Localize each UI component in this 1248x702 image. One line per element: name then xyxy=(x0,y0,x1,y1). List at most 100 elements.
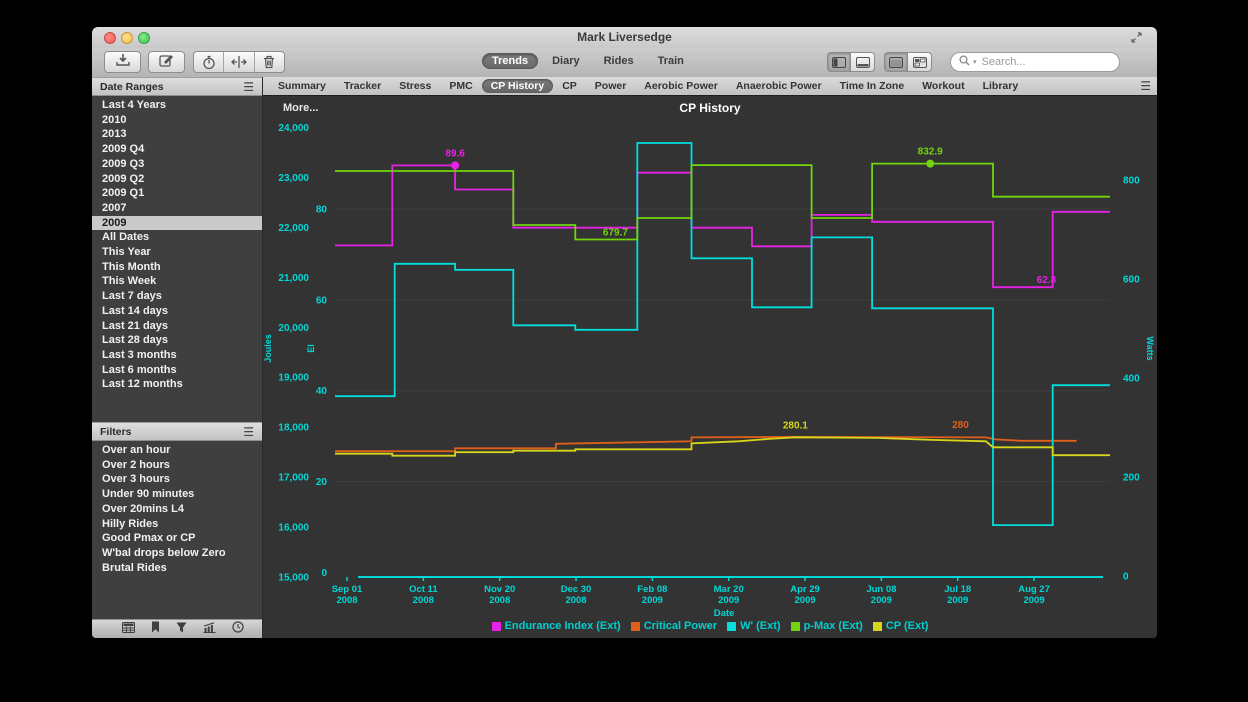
tab-workout[interactable]: Workout xyxy=(913,79,973,93)
x-tick-label: Jul 18 xyxy=(944,584,971,595)
cp-history-chart: 24,00023,00022,00021,00020,00019,00018,0… xyxy=(263,96,1157,638)
tab-tracker[interactable]: Tracker xyxy=(335,79,390,93)
filter-item-under-90-minutes[interactable]: Under 90 minutes xyxy=(92,487,262,502)
filter-item-over-20mins-l4[interactable]: Over 20mins L4 xyxy=(92,502,262,517)
watts-tick-label: 800 xyxy=(1123,175,1140,186)
split-view-button[interactable] xyxy=(223,52,253,72)
bookmark-icon[interactable] xyxy=(151,620,160,638)
tab-aerobic-power[interactable]: Aerobic Power xyxy=(635,79,727,93)
compose-icon xyxy=(159,53,174,72)
date-range-item-2009-q2[interactable]: 2009 Q2 xyxy=(92,172,262,187)
tab-time-in-zone[interactable]: Time In Zone xyxy=(831,79,914,93)
date-ranges-header: Date Ranges ☰ xyxy=(92,77,262,96)
date-range-item-last-7-days[interactable]: Last 7 days xyxy=(92,289,262,304)
ei-tick-label: 60 xyxy=(316,295,328,306)
watts-tick-label: 600 xyxy=(1123,274,1140,285)
tab-pmc[interactable]: PMC xyxy=(440,79,481,93)
x-tick-label: Oct 11 xyxy=(409,584,438,595)
date-range-item-2009-q1[interactable]: 2009 Q1 xyxy=(92,186,262,201)
joules-tick-label: 19,000 xyxy=(278,373,309,384)
filter-item-over-3-hours[interactable]: Over 3 hours xyxy=(92,472,262,487)
date-range-item-last-28-days[interactable]: Last 28 days xyxy=(92,333,262,348)
segment-train[interactable]: Train xyxy=(648,53,694,69)
tabbar-menu-icon[interactable]: ☰ xyxy=(1140,79,1151,93)
segment-diary[interactable]: Diary xyxy=(542,53,590,69)
filter-item-brutal-rides[interactable]: Brutal Rides xyxy=(92,561,262,576)
x-tick-label: Sep 01 xyxy=(332,584,363,595)
svg-text:2009: 2009 xyxy=(718,595,739,606)
search-field[interactable]: ▾ xyxy=(950,52,1120,72)
date-range-item-all-dates[interactable]: All Dates xyxy=(92,230,262,245)
legend-item: CP (Ext) xyxy=(873,620,929,632)
filter-funnel-icon[interactable] xyxy=(176,620,187,638)
svg-text:2008: 2008 xyxy=(413,595,434,606)
date-range-item-2007[interactable]: 2007 xyxy=(92,201,262,216)
tab-cp-history[interactable]: CP History xyxy=(482,79,554,93)
date-ranges-menu-icon[interactable]: ☰ xyxy=(243,80,254,94)
manual-entry-button[interactable] xyxy=(148,51,185,73)
date-range-item-this-month[interactable]: This Month xyxy=(92,260,262,275)
date-range-item-2009-q3[interactable]: 2009 Q3 xyxy=(92,157,262,172)
window-title: Mark Liversedge xyxy=(92,30,1157,44)
x-tick-label: Dec 30 xyxy=(561,584,592,595)
segment-rides[interactable]: Rides xyxy=(594,53,644,69)
filter-item-good-pmax-or-cp[interactable]: Good Pmax or CP xyxy=(92,531,262,546)
filter-item-w-bal-drops-below-zero[interactable]: W'bal drops below Zero xyxy=(92,546,262,561)
import-activity-button[interactable] xyxy=(104,51,141,73)
date-range-item-2013[interactable]: 2013 xyxy=(92,127,262,142)
filter-item-over-an-hour[interactable]: Over an hour xyxy=(92,443,262,458)
annotation-62.8: 62.8 xyxy=(1037,275,1057,286)
date-range-item-2009-q4[interactable]: 2009 Q4 xyxy=(92,142,262,157)
toggle-sidebar-button[interactable] xyxy=(827,52,851,72)
filter-item-over-2-hours[interactable]: Over 2 hours xyxy=(92,458,262,473)
date-range-item-last-4-years[interactable]: Last 4 Years xyxy=(92,98,262,113)
svg-text:2009: 2009 xyxy=(871,595,892,606)
date-range-item-last-3-months[interactable]: Last 3 months xyxy=(92,348,262,363)
svg-text:2008: 2008 xyxy=(565,595,586,606)
title-bar: Mark Liversedge xyxy=(92,27,1157,49)
date-range-item-this-week[interactable]: This Week xyxy=(92,274,262,289)
ei-axis-title: EI xyxy=(306,344,316,353)
segment-trends[interactable]: Trends xyxy=(482,53,538,69)
joules-tick-label: 18,000 xyxy=(278,423,309,434)
svg-text:2009: 2009 xyxy=(1023,595,1044,606)
trash-button[interactable] xyxy=(254,52,284,72)
search-scope-chevron-icon[interactable]: ▾ xyxy=(973,58,977,66)
date-range-item-last-21-days[interactable]: Last 21 days xyxy=(92,319,262,334)
date-range-item-2009[interactable]: 2009 xyxy=(92,216,262,231)
joules-tick-label: 20,000 xyxy=(278,323,309,334)
date-range-item-2010[interactable]: 2010 xyxy=(92,113,262,128)
legend-label: Critical Power xyxy=(644,620,717,632)
app-window: Mark Liversedge TrendsD xyxy=(92,27,1157,638)
annotation-280.1: 280.1 xyxy=(783,420,808,431)
date-range-item-this-year[interactable]: This Year xyxy=(92,245,262,260)
legend-item: Endurance Index (Ext) xyxy=(492,620,621,632)
joules-tick-label: 17,000 xyxy=(278,473,309,484)
tab-anaerobic-power[interactable]: Anaerobic Power xyxy=(727,79,831,93)
date-range-item-last-6-months[interactable]: Last 6 months xyxy=(92,363,262,378)
series-marker xyxy=(451,161,459,169)
tab-library[interactable]: Library xyxy=(974,79,1028,93)
tab-stress[interactable]: Stress xyxy=(390,79,440,93)
fullscreen-icon[interactable] xyxy=(1130,31,1143,49)
date-range-item-last-12-months[interactable]: Last 12 months xyxy=(92,377,262,392)
watts-tick-label: 400 xyxy=(1123,373,1140,384)
chart-bars-icon[interactable] xyxy=(203,620,216,638)
calendar-icon[interactable] xyxy=(122,620,135,638)
tab-summary[interactable]: Summary xyxy=(269,79,335,93)
svg-text:2009: 2009 xyxy=(642,595,663,606)
date-range-item-last-14-days[interactable]: Last 14 days xyxy=(92,304,262,319)
search-input[interactable] xyxy=(980,55,1111,69)
stopwatch-button[interactable] xyxy=(194,52,223,72)
single-view-button[interactable] xyxy=(884,52,908,72)
tab-power[interactable]: Power xyxy=(586,79,636,93)
watts-axis-title: Watts xyxy=(1145,336,1155,360)
filter-item-hilly-rides[interactable]: Hilly Rides xyxy=(92,517,262,532)
toggle-bottombar-button[interactable] xyxy=(851,52,875,72)
clock-icon[interactable] xyxy=(232,620,244,638)
filters-menu-icon[interactable]: ☰ xyxy=(243,425,254,439)
tiled-view-button[interactable] xyxy=(908,52,932,72)
legend-swatch xyxy=(727,622,736,631)
series-marker xyxy=(926,160,934,168)
tab-cp[interactable]: CP xyxy=(553,79,586,93)
